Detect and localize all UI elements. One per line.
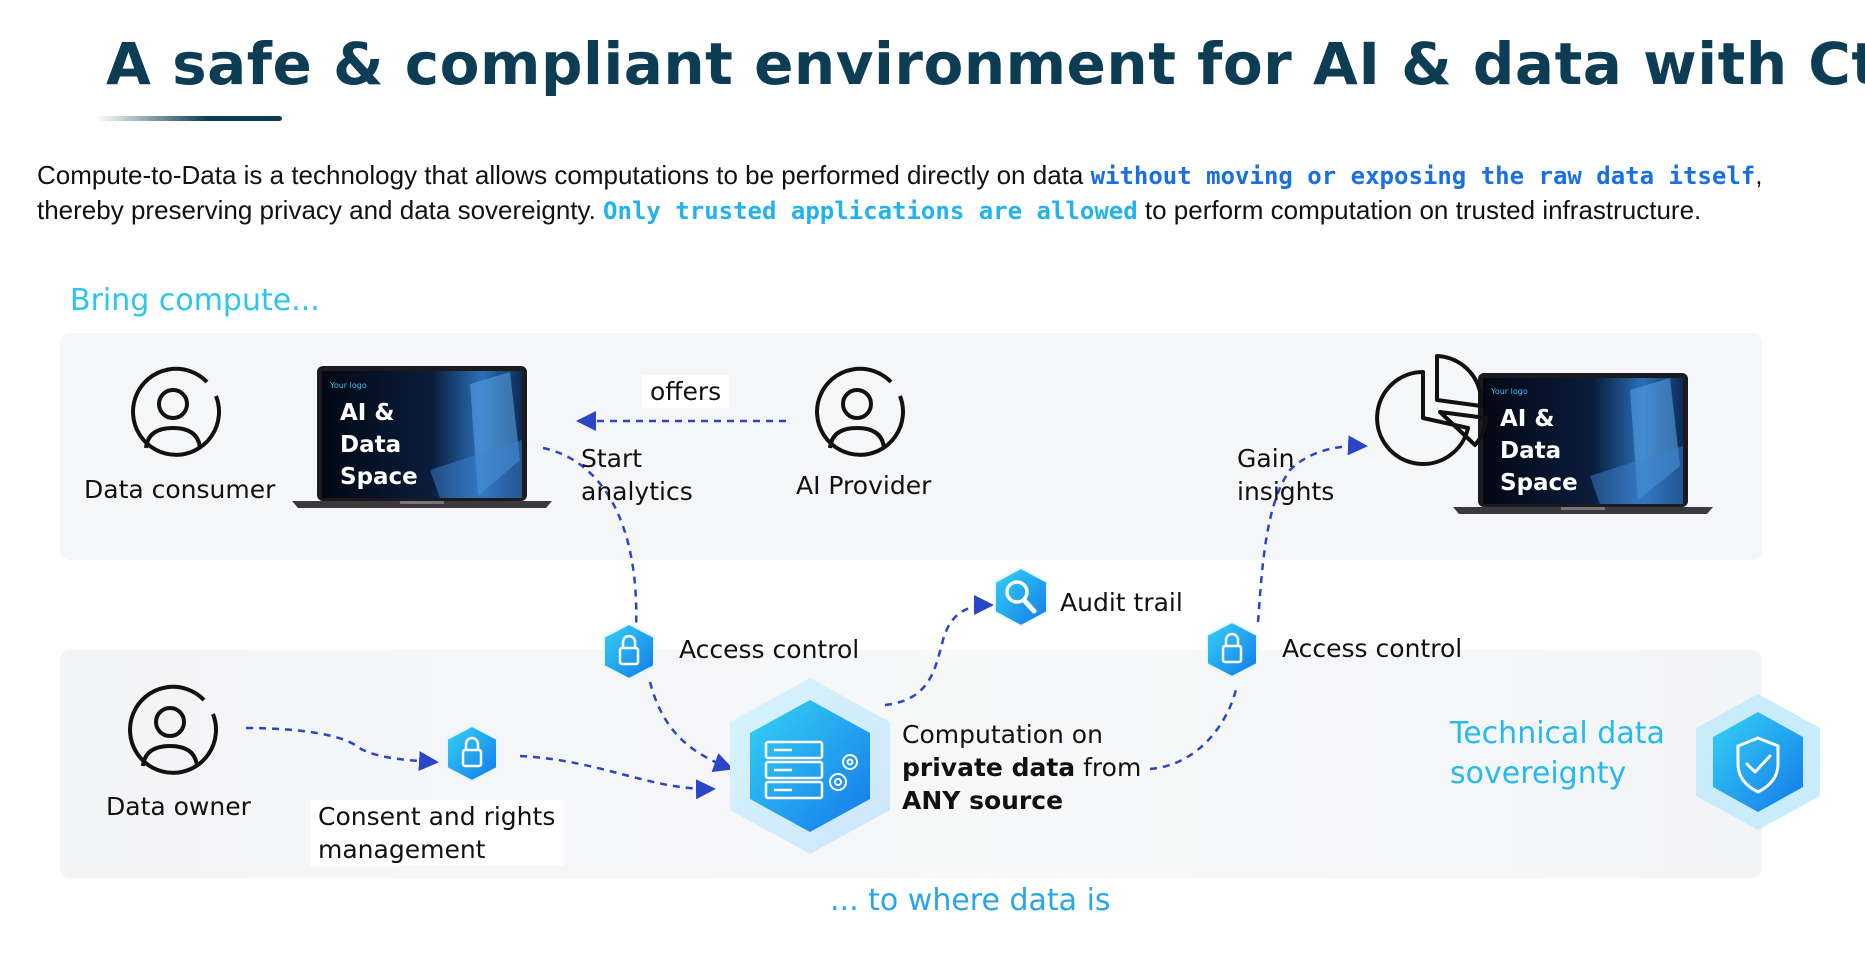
laptop-logo-text: Your logo — [329, 381, 367, 390]
gain-insights-label: Gain insights — [1237, 442, 1334, 508]
computation-bold: private data — [902, 753, 1076, 782]
shield-check-icon — [1696, 694, 1820, 830]
access-control-left-label: Access control — [679, 635, 860, 664]
pie-chart-icon — [1375, 354, 1488, 466]
consent-rights-line: management — [318, 835, 486, 864]
start-analytics-line: analytics — [581, 477, 693, 506]
gain-insights-line: insights — [1237, 477, 1335, 506]
sovereignty-line: sovereignty — [1450, 756, 1627, 791]
consent-rights-label: Consent and rights management — [310, 800, 564, 866]
diagram-graphics: Your logo AI & Data Space Your logo AI &… — [128, 354, 1820, 854]
laptop-screen-line: Data — [1500, 438, 1561, 464]
computation-label: Computation on private data from ANY sou… — [902, 718, 1141, 817]
search-icon — [994, 566, 1048, 628]
computation-line: Computation on — [902, 720, 1103, 749]
access-control-right-label: Access control — [1282, 634, 1463, 663]
start-analytics-label: Start analytics — [581, 442, 693, 508]
audit-trail-label: Audit trail — [1060, 588, 1183, 617]
consent-rights-line: Consent and rights — [318, 802, 556, 831]
lock-icon — [446, 724, 498, 783]
sovereignty-line: Technical data — [1450, 716, 1665, 751]
lock-icon — [603, 622, 655, 681]
laptop-screen-line: Data — [340, 432, 401, 458]
laptop-screen-line: AI & — [1500, 406, 1554, 432]
data-owner-label: Data owner — [106, 792, 251, 821]
technical-sovereignty-label: Technical data sovereignty — [1450, 714, 1665, 794]
laptop-logo-text: Your logo — [1490, 387, 1528, 396]
computation-text: from — [1075, 753, 1142, 782]
data-consumer-label: Data consumer — [84, 475, 276, 504]
offers-label: offers — [642, 375, 730, 408]
laptop-screen-line: Space — [340, 464, 418, 490]
computation-hexagon — [730, 678, 890, 854]
laptop-screen-line: Space — [1500, 470, 1578, 496]
person-icon — [815, 366, 906, 457]
computation-bold: ANY source — [902, 786, 1064, 815]
ai-provider-label: AI Provider — [796, 471, 932, 500]
computation-line: private data from — [902, 751, 1141, 784]
gain-insights-line: Gain — [1237, 444, 1295, 473]
start-analytics-line: Start — [581, 444, 643, 473]
person-icon — [128, 684, 219, 775]
lock-icon — [1206, 620, 1258, 679]
person-icon — [131, 366, 222, 457]
laptop-screen-line: AI & — [340, 400, 394, 426]
